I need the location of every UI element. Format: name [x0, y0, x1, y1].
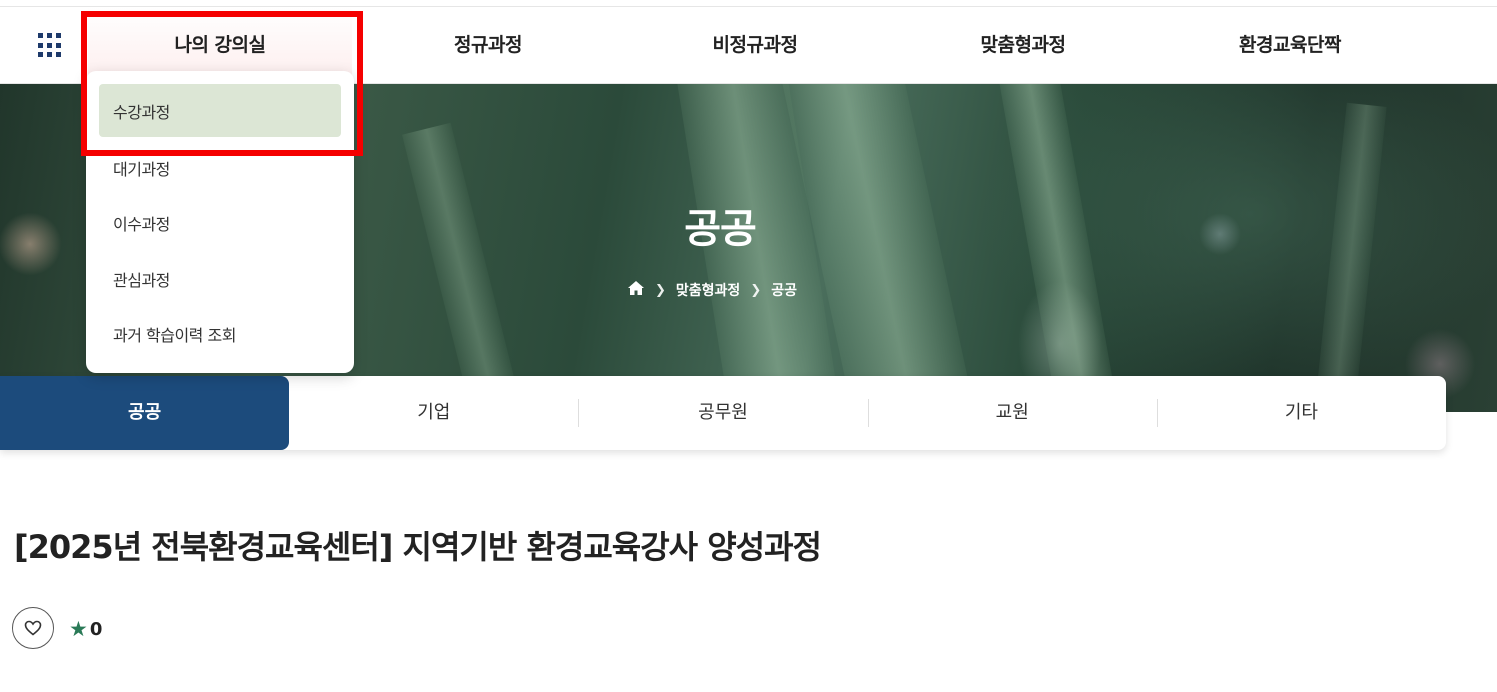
dropdown-item-interest-courses[interactable]: 관심과정 [99, 251, 341, 307]
course-title: [2025년 전북환경교육센터] 지역기반 환경교육강사 양성과정 [14, 528, 822, 566]
nav-item-regular-courses[interactable]: 정규과정 [400, 7, 576, 83]
star-icon: ★ [69, 617, 88, 641]
rating: ★ 0 [69, 617, 102, 641]
chevron-right-icon: ❯ [655, 282, 666, 298]
dropdown-item-enrolled-courses[interactable]: 수강과정 [99, 84, 341, 137]
grid-menu-icon[interactable] [38, 33, 63, 58]
like-button[interactable] [12, 607, 54, 649]
breadcrumb: ❯ 맞춤형과정 ❯ 공공 [627, 280, 797, 300]
category-tabs: 공공 기업 공무원 교원 기타 [0, 376, 1446, 450]
rating-value: 0 [89, 618, 103, 640]
grass-blade-decoration [1313, 102, 1387, 412]
tab-teacher[interactable]: 교원 [867, 376, 1157, 450]
nav-item-custom-courses[interactable]: 맞춤형과정 [930, 7, 1116, 83]
home-icon[interactable] [627, 280, 645, 300]
chevron-right-icon: ❯ [750, 282, 762, 298]
nav-item-env-education-partner[interactable]: 환경교육단짝 [1190, 7, 1390, 83]
tab-corporate[interactable]: 기업 [289, 376, 578, 450]
grass-blade-decoration [402, 122, 528, 412]
dropdown-item-past-history[interactable]: 과거 학습이력 조회 [99, 307, 341, 363]
tab-other[interactable]: 기타 [1156, 376, 1446, 450]
my-classroom-dropdown: 수강과정 대기과정 이수과정 관심과정 과거 학습이력 조회 [86, 71, 354, 373]
dropdown-item-completed-courses[interactable]: 이수과정 [99, 196, 341, 252]
breadcrumb-item[interactable]: 공공 [771, 280, 797, 300]
tab-civil-servant[interactable]: 공무원 [578, 376, 867, 450]
tab-public[interactable]: 공공 [0, 376, 290, 450]
heart-icon [24, 620, 42, 636]
breadcrumb-item[interactable]: 맞춤형과정 [676, 280, 740, 300]
nav-item-irregular-courses[interactable]: 비정규과정 [660, 7, 850, 83]
dropdown-item-waiting-courses[interactable]: 대기과정 [99, 140, 341, 196]
